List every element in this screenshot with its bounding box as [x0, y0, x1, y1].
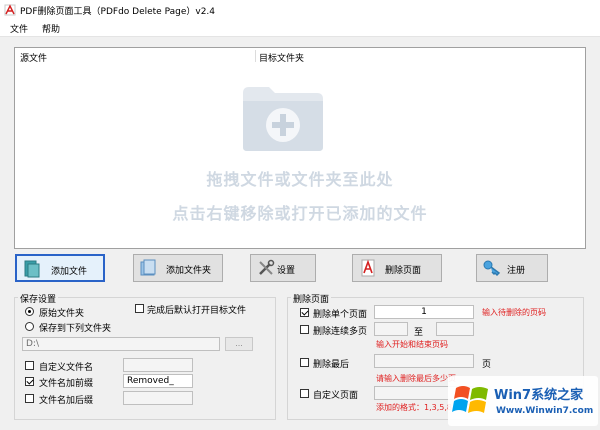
range-to-label: 至: [414, 328, 424, 338]
window-title: PDF删除页面工具（PDFdo Delete Page）v2.4: [20, 7, 216, 17]
menu-bar: 文件 帮助: [0, 20, 600, 37]
column-separator[interactable]: [255, 50, 256, 62]
range-hint: 输入开始和结束页码: [376, 340, 448, 349]
suffix-field[interactable]: [123, 391, 193, 405]
pdf-icon: [361, 259, 375, 277]
checkbox-add-suffix-label[interactable]: 文件名加后缀: [39, 393, 93, 406]
watermark-url: Www.Winwin7.com: [496, 406, 594, 416]
add-folder-label: 添加文件夹: [166, 266, 212, 276]
add-folder-button-icon: [140, 259, 156, 276]
output-path-field[interactable]: D:\: [22, 337, 220, 351]
range-end-field[interactable]: [436, 322, 474, 336]
checkbox-delete-single-label[interactable]: 删除单个页面: [313, 307, 367, 320]
delete-pages-label: 删除页面: [385, 266, 422, 276]
add-file-button[interactable]: 添加文件: [15, 254, 105, 282]
single-page-hint: 输入待删除的页码: [482, 308, 546, 317]
windows-logo-icon: [452, 386, 488, 413]
checkbox-open-after-label[interactable]: 完成后默认打开目标文件: [147, 303, 246, 316]
radio-save-to-folder[interactable]: [25, 322, 34, 331]
checkbox-add-suffix[interactable]: [25, 394, 34, 403]
range-start-field[interactable]: [374, 322, 408, 336]
checkbox-custom-pages[interactable]: [300, 389, 309, 398]
checkbox-custom-filename[interactable]: [25, 361, 34, 370]
app-icon: [4, 4, 16, 16]
last-pages-unit: 页: [482, 360, 492, 370]
add-folder-icon: [243, 87, 323, 151]
last-pages-hint: 请输入删除最后多少页: [376, 374, 456, 383]
checkbox-delete-single[interactable]: [300, 308, 309, 317]
checkbox-open-after[interactable]: [135, 304, 144, 313]
add-folder-button[interactable]: 添加文件夹: [133, 254, 223, 282]
add-file-label: 添加文件: [51, 267, 88, 277]
checkbox-delete-last-label[interactable]: 删除最后: [313, 357, 349, 370]
checkbox-add-prefix-label[interactable]: 文件名加前缀: [39, 376, 93, 389]
column-target-folder[interactable]: 目标文件夹: [259, 51, 304, 64]
register-label: 注册: [507, 266, 526, 276]
menu-file[interactable]: 文件: [10, 22, 28, 35]
last-pages-field[interactable]: [374, 354, 474, 368]
save-settings-title: 保存设置: [18, 292, 59, 305]
browse-button[interactable]: ...: [225, 337, 253, 351]
settings-button[interactable]: 设置: [250, 254, 316, 282]
drop-hint-line1: 拖拽文件或文件夹至此处: [206, 170, 394, 189]
single-page-field[interactable]: 1: [374, 305, 474, 319]
watermark: Win7系统之家 Www.Winwin7.com: [448, 376, 598, 426]
menu-help[interactable]: 帮助: [42, 22, 60, 35]
file-drop-area[interactable]: 源文件 目标文件夹 拖拽文件或文件夹至此处 点击右键移除或打开已添加的文件: [14, 47, 586, 249]
key-icon: [483, 260, 501, 277]
title-bar: PDF删除页面工具（PDFdo Delete Page）v2.4: [0, 0, 600, 20]
delete-pages-button[interactable]: 删除页面: [352, 254, 442, 282]
radio-save-to-folder-label[interactable]: 保存到下列文件夹: [39, 321, 111, 334]
checkbox-delete-range-label[interactable]: 删除连续多页: [313, 324, 367, 337]
radio-original-folder-label[interactable]: 原始文件夹: [39, 306, 84, 319]
checkbox-custom-filename-label[interactable]: 自定义文件名: [39, 360, 93, 373]
checkbox-custom-pages-label[interactable]: 自定义页面: [313, 388, 358, 401]
checkbox-delete-last[interactable]: [300, 358, 309, 367]
delete-pages-title: 删除页面: [291, 292, 332, 305]
prefix-field[interactable]: Removed_: [123, 374, 193, 388]
drop-hint-line2: 点击右键移除或打开已添加的文件: [172, 204, 428, 223]
register-button[interactable]: 注册: [476, 254, 548, 282]
watermark-brand: Win7系统之家: [494, 388, 584, 403]
checkbox-add-prefix[interactable]: [25, 377, 34, 386]
add-file-icon: [24, 260, 40, 278]
checkbox-delete-range[interactable]: [300, 325, 309, 334]
radio-original-folder[interactable]: [25, 307, 34, 316]
settings-label: 设置: [277, 266, 296, 276]
custom-filename-field[interactable]: [123, 358, 193, 372]
column-source-file[interactable]: 源文件: [20, 51, 47, 64]
tools-icon: [259, 259, 275, 275]
